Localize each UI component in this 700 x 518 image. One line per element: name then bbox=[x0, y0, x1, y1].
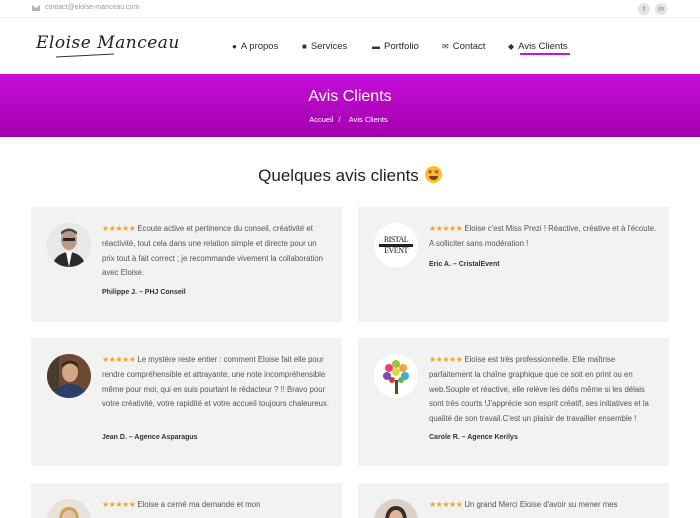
breadcrumb-home[interactable]: Accueil bbox=[309, 115, 333, 124]
review-card: ★★★★★ Le mystère reste entier : comment E… bbox=[31, 338, 342, 466]
client-avatar bbox=[47, 223, 91, 267]
nav-label: Portfolio bbox=[384, 41, 419, 52]
review-text: ★★★★★ Eloise c'est Miss Prezi ! Réactive,… bbox=[429, 224, 657, 248]
review-author: Carole R. – Agence Kerilys bbox=[429, 434, 518, 441]
breadcrumb-current: Avis Clients bbox=[348, 115, 388, 124]
twitter-icon: t bbox=[642, 5, 646, 13]
contact-email-text: contact@eloise-manceau.com bbox=[45, 4, 140, 11]
page-banner: Avis Clients Accueil / Avis Clients bbox=[0, 74, 700, 137]
review-text: ★★★★★ Le mystère reste entier : comment E… bbox=[102, 355, 330, 409]
rating-stars: ★★★★★ bbox=[102, 224, 136, 233]
review-author: Eric A. – CristalEvent bbox=[429, 261, 500, 268]
nav-item-contact[interactable]: ✉ Contact bbox=[442, 41, 485, 52]
review-card: ★★★★★ Eloise a cerné ma demande et mon bbox=[31, 483, 342, 518]
review-author: Jean D. – Agence Asparagus bbox=[102, 434, 198, 441]
nav-label: Avis Clients bbox=[518, 41, 568, 52]
logo-underline bbox=[56, 53, 114, 58]
review-text: ★★★★★ Eloise est très professionnelle. El… bbox=[429, 355, 649, 424]
top-bar: contact@eloise-manceau.com t in bbox=[0, 0, 700, 18]
envelope-icon bbox=[32, 4, 40, 11]
review-text: ★★★★★ Eloise a cerné ma demande et mon bbox=[102, 500, 261, 509]
breadcrumb: Accueil / Avis Clients bbox=[0, 115, 700, 124]
client-logo bbox=[374, 354, 418, 398]
review-card: ★★★★★ Eloise est très professionnelle. El… bbox=[358, 338, 669, 466]
nav-item-avis-clients[interactable]: ◆ Avis Clients bbox=[508, 41, 568, 52]
client-avatar bbox=[374, 499, 418, 518]
breadcrumb-separator: / bbox=[338, 115, 341, 124]
section-heading: Quelques avis clients bbox=[0, 166, 700, 186]
linkedin-link[interactable]: in bbox=[655, 3, 667, 15]
client-avatar bbox=[47, 354, 91, 398]
nav-active-indicator bbox=[520, 53, 570, 55]
star-struck-emoji-icon bbox=[424, 166, 442, 183]
envelope-icon: ✉ bbox=[442, 42, 449, 51]
review-author: Philippe J. – PHJ Conseil bbox=[102, 289, 186, 296]
review-card: ★★★★★ Un grand Merci Eloise d'avoir su me… bbox=[358, 483, 669, 518]
page-title: Avis Clients bbox=[308, 88, 392, 105]
contact-email[interactable]: contact@eloise-manceau.com bbox=[32, 4, 139, 11]
site-header: Eloise Manceau ● A propos ■ Services ▬ P… bbox=[0, 19, 700, 74]
client-avatar bbox=[47, 499, 91, 518]
linkedin-icon: in bbox=[657, 5, 665, 13]
twitter-link[interactable]: t bbox=[638, 3, 650, 15]
rating-stars: ★★★★★ bbox=[429, 355, 463, 364]
comments-icon: ◆ bbox=[508, 42, 515, 51]
rating-stars: ★★★★★ bbox=[102, 500, 136, 509]
nav-item-a-propos[interactable]: ● A propos bbox=[232, 41, 278, 52]
nav-item-portfolio[interactable]: ▬ Portfolio bbox=[372, 41, 419, 52]
review-text: ★★★★★ Un grand Merci Eloise d'avoir su me… bbox=[429, 500, 618, 509]
client-logo-text: RISTAL EVENT bbox=[383, 235, 409, 255]
nav-label: A propos bbox=[240, 41, 279, 52]
rating-stars: ★★★★★ bbox=[102, 355, 136, 364]
review-card: ★★★★★ Ecoute active et pertinence du cons… bbox=[31, 207, 342, 322]
nav-label: Services bbox=[310, 41, 348, 52]
cubes-icon: ■ bbox=[302, 42, 307, 51]
rating-stars: ★★★★★ bbox=[429, 500, 463, 509]
rating-stars: ★★★★★ bbox=[429, 224, 463, 233]
client-logo: RISTAL EVENT bbox=[374, 223, 418, 267]
nav-label: Contact bbox=[452, 41, 486, 52]
folder-icon: ▬ bbox=[372, 42, 380, 51]
section-title: Quelques avis clients bbox=[258, 166, 419, 185]
site-logo[interactable]: Eloise Manceau bbox=[36, 33, 180, 53]
user-icon: ● bbox=[232, 42, 237, 51]
review-card: RISTAL EVENT ★★★★★ Eloise c'est Miss Prez… bbox=[358, 207, 669, 322]
nav-item-services[interactable]: ■ Services bbox=[302, 41, 347, 52]
review-text: ★★★★★ Ecoute active et pertinence du cons… bbox=[102, 224, 324, 278]
